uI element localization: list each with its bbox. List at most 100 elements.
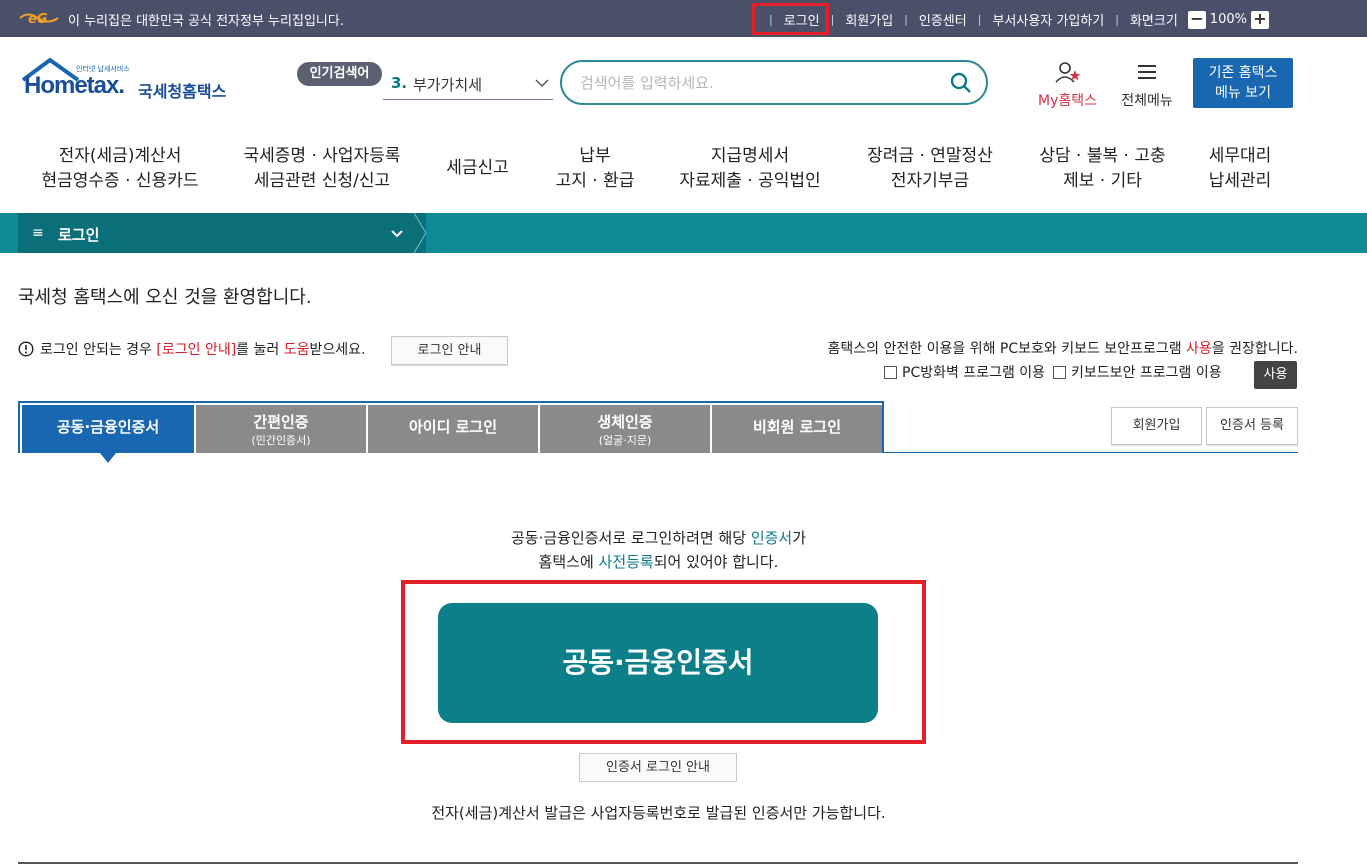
nav-incentive[interactable]: 장려금 · 연말정산전자기부금 [855, 144, 1005, 194]
signup-button[interactable]: 회원가입 [1111, 407, 1202, 445]
nav-payment-statement[interactable]: 지급명세서 자료제출 · 공익법인 [670, 144, 830, 194]
my-hometax-label: My홈택스 [1037, 93, 1097, 109]
nav-label: 국세증명 · 사업자등록 [243, 146, 401, 166]
svg-text:eG: eG [28, 12, 48, 27]
security-post: 을 권장합니다. [1211, 341, 1298, 357]
logo-wordmark: Hometax. [24, 72, 125, 99]
login-help-notice: 로그인 안되는 경우 [로그인 안내] 를 눌러 도움 받으세요. [18, 339, 365, 359]
breadcrumb-arrow-icon [414, 213, 427, 253]
cert-register-button[interactable]: 인증서 등록 [1206, 407, 1298, 445]
login-guide-button[interactable]: 로그인 안내 [391, 336, 508, 365]
desc-preregister-text: 사전등록 [598, 553, 654, 571]
login-method-tabs: 공동·금융인증서 간편인증 (민간인증서) 아이디 로그인 생체인증 (얼굴·지… [18, 401, 884, 463]
my-hometax-button[interactable]: My홈택스 [1030, 60, 1105, 110]
search-icon[interactable] [950, 72, 972, 94]
cert-description-line2: 홈택스에 사전등록되어 있어야 합니다. [0, 551, 1317, 572]
breadcrumb-label: 로그인 [58, 226, 100, 244]
breadcrumb-bar: ≡ 로그인 [0, 213, 1367, 253]
divider: | [830, 13, 835, 26]
nav-sublabel: 세금관련 신청/신고 [253, 171, 391, 191]
nav-payment[interactable]: 납부고지 · 환급 [540, 144, 650, 194]
nav-tax-agent[interactable]: 세무대리 납세관리 [1195, 144, 1285, 194]
utility-links: | 로그인 | 회원가입 | 인증센터 | 부서사용자 가입하기 | 화면크기 … [758, 10, 1269, 29]
tab-simple-auth[interactable]: 간편인증 (민간인증서) [196, 405, 366, 453]
tab-label: 아이디 로그인 [408, 418, 498, 436]
nav-sublabel: 고지 · 환급 [555, 171, 635, 191]
popular-term: 부가가치세 [413, 76, 483, 94]
divider: | [977, 13, 982, 26]
popular-search-badge: 인기검색어 [297, 62, 382, 86]
keyboard-security-label: 키보드보안 프로그램 이용 [1071, 365, 1222, 381]
tab-biometric[interactable]: 생체인증 (얼굴·지문) [540, 405, 710, 453]
security-use-text: 사용 [1186, 341, 1212, 357]
search-input[interactable] [580, 72, 940, 94]
nav-label: 장려금 · 연말정산 [867, 146, 993, 166]
nav-consultation[interactable]: 상담 · 불복 · 고충제보 · 기타 [1030, 144, 1175, 194]
zoom-value: 100% [1209, 12, 1247, 27]
tab-label: 공동·금융인증서 [56, 418, 160, 436]
nav-label: 세무대리 [1208, 146, 1272, 166]
chevron-down-icon [391, 230, 403, 238]
joint-financial-cert-login-button[interactable]: 공동·금융인증서 [438, 603, 878, 723]
nav-label: 상담 · 불복 · 고충 [1039, 146, 1166, 166]
nav-e-invoice[interactable]: 전자(세금)계산서현금영수증 · 신용카드 [40, 144, 200, 194]
nav-label: 전자(세금)계산서 [58, 146, 182, 166]
gov-notice-bar: eG 이 누리집은 대한민국 공식 전자정부 누리집입니다. | 로그인 | 회… [0, 0, 1367, 37]
all-menu-button[interactable]: 전체메뉴 [1116, 60, 1178, 110]
security-recommendation: 홈택스의 안전한 이용을 위해 PC보호와 키보드 보안프로그램 사용을 권장합… [828, 338, 1298, 358]
tab-sublabel: (얼굴·지문) [598, 434, 652, 447]
pc-firewall-option[interactable]: PC방화벽 프로그램 이용 [884, 362, 1045, 382]
popular-search-dropdown[interactable]: 3. 부가가치세 [383, 70, 553, 100]
tab-id-login[interactable]: 아이디 로그인 [368, 405, 538, 453]
desc-text: 홈택스에 [538, 553, 599, 571]
search-box [560, 60, 988, 105]
nav-label: 납부 [579, 146, 611, 166]
welcome-message: 국세청 홈택스에 오신 것을 환영합니다. [18, 287, 312, 308]
user-star-icon [1054, 62, 1080, 83]
menu-icon: ≡ [32, 225, 44, 241]
nav-label: 세금신고 [446, 158, 509, 178]
cert-login-guide-button[interactable]: 인증서 로그인 안내 [579, 753, 737, 782]
e-invoice-note: 전자(세금)계산서 발급은 사업자등록번호로 발급된 인증서만 가능합니다. [431, 804, 886, 822]
nav-tax-report[interactable]: 세금신고 [430, 156, 525, 181]
old-hometax-menu-button[interactable]: 기존 홈택스 메뉴 보기 [1193, 58, 1293, 108]
pc-firewall-label: PC방화벽 프로그램 이용 [902, 365, 1046, 381]
breadcrumb-login[interactable]: ≡ 로그인 [18, 213, 427, 253]
chevron-down-icon [535, 79, 549, 88]
nav-label: 지급명세서 [710, 146, 790, 166]
hometax-logo[interactable]: 인터넷 납세서비스 Hometax. 국세청홈택스 [20, 58, 235, 106]
cert-description-line1: 공동·금융인증서로 로그인하려면 해당 인증서가 [0, 527, 1317, 548]
nav-sublabel: 제보 · 기타 [1063, 171, 1142, 191]
dept-user-signup-link[interactable]: 부서사용자 가입하기 [992, 10, 1104, 29]
tab-non-member[interactable]: 비회원 로그인 [712, 405, 882, 453]
desc-text: 가 [792, 529, 807, 547]
cert-center-link[interactable]: 인증센터 [919, 10, 967, 29]
all-menu-label: 전체메뉴 [1121, 93, 1173, 109]
zoom-out-button[interactable]: − [1187, 10, 1206, 29]
notice-login-guide-text: [로그인 안내] [156, 342, 237, 358]
desc-cert-text: 인증서 [750, 529, 793, 547]
nav-tax-certificate[interactable]: 국세증명 · 사업자등록세금관련 신청/신고 [232, 144, 412, 194]
signup-link[interactable]: 회원가입 [845, 10, 893, 29]
divider [18, 862, 1298, 864]
security-pre: 홈택스의 안전한 이용을 위해 PC보호와 키보드 보안프로그램 [827, 341, 1187, 357]
hamburger-icon [1138, 65, 1156, 79]
use-security-button[interactable]: 사용 [1254, 361, 1297, 389]
zoom-control: − 100% + [1187, 10, 1269, 29]
popular-rank: 3. [391, 74, 408, 92]
divider: | [904, 13, 908, 26]
nav-sublabel: 전자기부금 [890, 171, 970, 191]
keyboard-security-checkbox[interactable] [1053, 365, 1067, 379]
nav-sublabel: 현금영수증 · 신용카드 [41, 171, 199, 191]
keyboard-security-option[interactable]: 키보드보안 프로그램 이용 [1053, 362, 1222, 382]
notice-help-text: 도움 [283, 342, 310, 358]
zoom-in-button[interactable]: + [1250, 10, 1269, 29]
notice-mid: 를 눌러 [236, 342, 284, 358]
tab-label: 생체인증 [597, 413, 653, 431]
tab-joint-financial-cert[interactable]: 공동·금융인증서 [22, 405, 194, 463]
notice-post: 받으세요. [309, 342, 366, 358]
main-navigation: 전자(세금)계산서현금영수증 · 신용카드 국세증명 · 사업자등록세금관련 신… [0, 140, 1367, 200]
tab-label: 비회원 로그인 [752, 418, 842, 436]
pc-firewall-checkbox[interactable] [884, 365, 897, 379]
egov-logo-icon: eG [19, 12, 59, 27]
